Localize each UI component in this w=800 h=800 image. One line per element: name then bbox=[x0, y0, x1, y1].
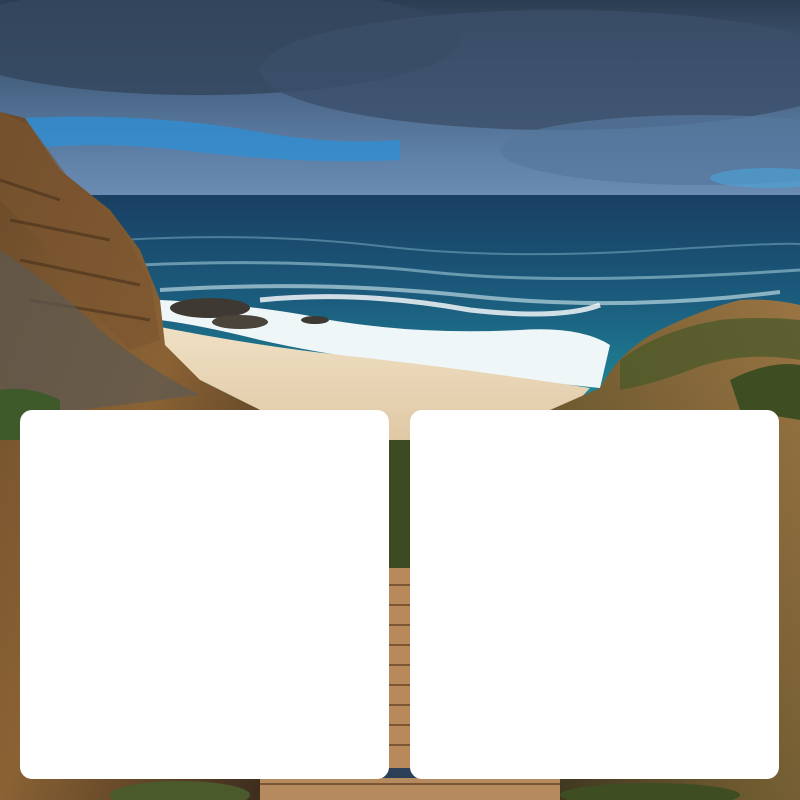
photo-background bbox=[0, 0, 800, 800]
left-card[interactable] bbox=[20, 410, 389, 779]
right-card[interactable] bbox=[410, 410, 779, 779]
